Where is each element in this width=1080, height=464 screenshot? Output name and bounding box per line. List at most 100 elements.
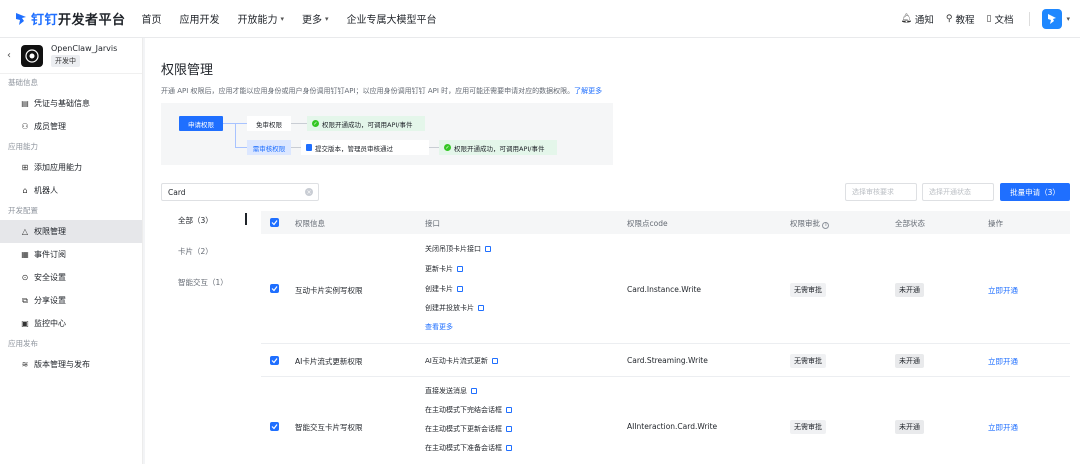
header-status: 全部状态 [895, 219, 925, 228]
tutorial-link[interactable]: ⚲ 教程 [946, 12, 975, 26]
header-permission-info: 权限信息 [295, 219, 325, 228]
doc-icon[interactable] [491, 358, 498, 364]
filter-tab-ai-interaction[interactable]: 智能交互（1） [178, 277, 228, 288]
sidebar-item-robot[interactable]: ⌂ 机器人 [0, 179, 142, 202]
interface-item[interactable]: 创建并投放卡片 [425, 303, 484, 313]
dingtalk-logo[interactable]: 钉钉开发者平台 [14, 9, 126, 28]
doc-icon[interactable] [478, 305, 484, 311]
search-input[interactable]: Card × [161, 183, 319, 201]
top-right-links: 🔔︎ 通知 ⚲ 教程 ▯ 文档 ▾ [888, 0, 1070, 38]
review-requirement-select[interactable]: 选择审核要求 [845, 183, 917, 201]
interface-item[interactable]: 关闭吊顶卡片接口 [425, 244, 491, 254]
monitor-icon: ▣ [21, 319, 29, 328]
flow-review-result: ✓ 权限开通成功，可调用API/事件 [439, 140, 557, 155]
sidebar-item-credentials[interactable]: ▤ 凭证与基础信息 [0, 92, 142, 115]
app-status-badge: 开发中 [51, 55, 80, 67]
status-badge: 未开通 [895, 420, 924, 434]
permission-name: 互动卡片实例写权限 [295, 286, 363, 295]
interface-item[interactable]: 在主动模式下准备会话框 [425, 443, 512, 453]
interface-item[interactable]: 直接发送消息 [425, 386, 477, 396]
share-icon: ⧉ [22, 295, 28, 305]
interface-item[interactable]: 更新卡片 [425, 264, 463, 274]
row-checkbox[interactable] [270, 422, 279, 431]
chevron-down-icon: ▾ [280, 14, 285, 23]
doc-icon[interactable] [506, 445, 512, 451]
clear-icon[interactable]: × [305, 188, 313, 196]
sidebar-item-monitor[interactable]: ▣ 监控中心 [0, 312, 142, 335]
sidebar-group-dev-config: 开发配置 [8, 206, 38, 215]
table-header: 权限信息 接口 权限点code 权限审批 i 全部状态 操作 [261, 211, 1070, 234]
grid-plus-icon: ⊞ [21, 163, 29, 172]
header-approval: 权限审批 i [790, 218, 830, 229]
select-all-checkbox[interactable] [270, 218, 279, 227]
enable-now-link[interactable]: 立即开通 [988, 285, 1018, 296]
document-icon: ▤ [21, 99, 29, 108]
enable-now-link[interactable]: 立即开通 [988, 422, 1018, 433]
nav-open-capabilities[interactable]: 开放能力 ▾ [238, 11, 285, 27]
page-description: 开通 API 权限后，应用才能以应用身份或用户身份调用钉钉API；以应用身份调用… [161, 87, 603, 95]
sidebar-item-events[interactable]: ▦ 事件订阅 [0, 243, 142, 266]
sidebar-group-basic-info: 基础信息 [8, 78, 38, 87]
divider [1029, 12, 1031, 26]
main-nav: 首页 应用开发 开放能力 ▾ 更多 ▾ 企业专属大模型平台 [142, 0, 455, 38]
permission-name: AI卡片流式更新权限 [295, 357, 363, 366]
flow-no-review-result: ✓ 权限开通成功，可调用API/事件 [307, 116, 425, 131]
user-icon: ⚇ [21, 122, 29, 131]
filter-tab-card[interactable]: 卡片（2） [178, 246, 213, 257]
doc-icon[interactable] [457, 266, 463, 272]
nav-app-dev[interactable]: 应用开发 [180, 11, 220, 26]
nav-enterprise-llm[interactable]: 企业专属大模型平台 [347, 11, 437, 26]
row-checkbox[interactable] [270, 284, 279, 293]
flow-connector [291, 123, 307, 124]
nav-home[interactable]: 首页 [142, 11, 162, 26]
sidebar-item-permissions[interactable]: △ 权限管理 [0, 220, 142, 243]
docs-link[interactable]: ▯ 文档 [987, 12, 1014, 26]
user-avatar[interactable] [1042, 9, 1063, 29]
interface-item[interactable]: 在主动模式下更新会话框 [425, 424, 512, 434]
sidebar-item-add-capability[interactable]: ⊞ 添加应用能力 [0, 156, 142, 179]
interface-item[interactable]: 创建卡片 [425, 284, 463, 294]
nav-more[interactable]: 更多 ▾ [302, 11, 329, 27]
back-arrow-icon[interactable]: ‹ [7, 50, 11, 61]
row-checkbox[interactable] [270, 356, 279, 365]
permissions-table: 权限信息 接口 权限点code 权限审批 i 全部状态 操作 互动卡片实例写权限… [261, 211, 1070, 464]
doc-icon[interactable] [506, 426, 512, 432]
permission-code: Card.Instance.Write [627, 285, 702, 294]
table-row: 互动卡片实例写权限 关闭吊顶卡片接口 更新卡片 创建卡片 创建并投放卡片 查看更… [261, 234, 1070, 344]
page-title: 权限管理 [161, 63, 214, 78]
sidebar-item-security[interactable]: ⊙ 安全设置 [0, 266, 142, 289]
status-select[interactable]: 选择开通状态 [922, 183, 994, 201]
logo-text: 钉钉开发者平台 [31, 13, 126, 28]
approval-tag: 无需审批 [790, 354, 826, 368]
chevron-down-icon[interactable]: ▾ [1066, 15, 1070, 23]
notifications-link[interactable]: 🔔︎ 通知 [900, 12, 933, 26]
permission-name: 智能交互卡片写权限 [295, 423, 363, 432]
view-more-link[interactable]: 查看更多 [425, 322, 453, 332]
chevron-down-icon: ▾ [325, 14, 329, 23]
learn-more-link[interactable]: 了解更多 [574, 87, 602, 95]
sidebar-item-versions[interactable]: ≋ 版本管理与发布 [0, 353, 142, 376]
sidebar-item-members[interactable]: ⚇ 成员管理 [0, 115, 142, 138]
active-tab-indicator [245, 213, 247, 225]
doc-icon[interactable] [506, 407, 512, 413]
flow-apply-node: 申请权限 [179, 116, 223, 131]
filter-tab-all[interactable]: 全部（3） [178, 215, 213, 226]
enable-now-link[interactable]: 立即开通 [988, 356, 1018, 367]
doc-icon[interactable] [457, 286, 463, 292]
flow-review-step: 提交版本，管理员审核通过 [301, 140, 429, 155]
doc-icon[interactable] [485, 246, 491, 252]
check-circle-icon: ✓ [444, 144, 451, 151]
flow-no-review-node: 免审权限 [247, 116, 291, 131]
sidebar-item-share[interactable]: ⧉ 分享设置 [0, 289, 142, 312]
flow-connector [235, 147, 247, 148]
interface-item[interactable]: AI互动卡片流式更新 [425, 356, 498, 366]
info-icon[interactable]: i [822, 222, 830, 229]
table-row: 智能交互卡片写权限 直接发送消息 在主动模式下完结会话框 在主动模式下更新会话框… [261, 377, 1070, 464]
sidebar-group-release: 应用发布 [8, 339, 38, 348]
permission-code: Card.Streaming.Write [627, 356, 708, 365]
flow-review-node: 需审核权限 [247, 140, 291, 155]
interface-item[interactable]: 在主动模式下完结会话框 [425, 405, 512, 415]
layers-icon: ≋ [21, 360, 29, 369]
batch-apply-button[interactable]: 批量申请（3） [1000, 183, 1070, 201]
doc-icon[interactable] [471, 388, 477, 394]
